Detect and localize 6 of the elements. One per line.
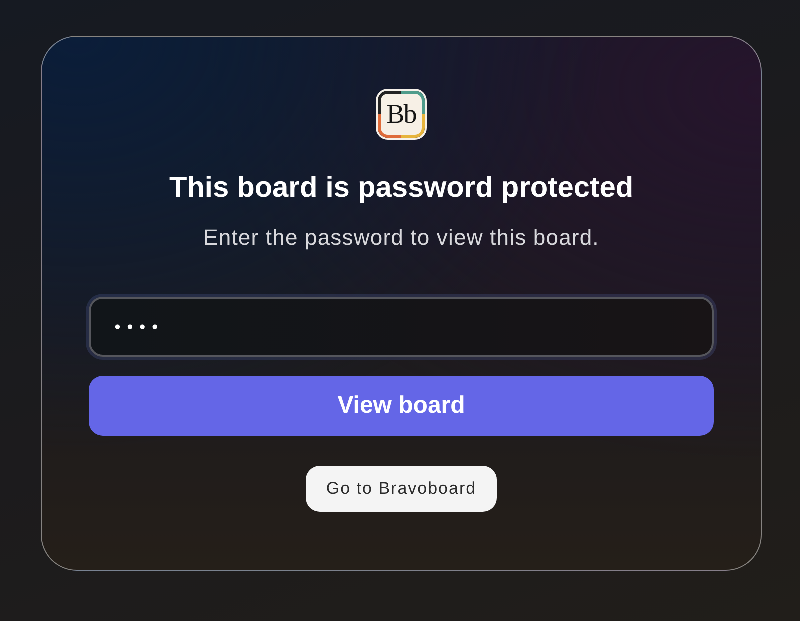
- password-field[interactable]: ••••: [89, 297, 714, 357]
- view-board-button[interactable]: View board: [89, 376, 714, 436]
- logo-badge: Bb: [378, 91, 425, 138]
- go-to-site-button[interactable]: Go to Bravoboard: [306, 466, 497, 512]
- page-title: This board is password protected: [169, 171, 634, 205]
- instruction-text: Enter the password to view this board.: [204, 225, 600, 251]
